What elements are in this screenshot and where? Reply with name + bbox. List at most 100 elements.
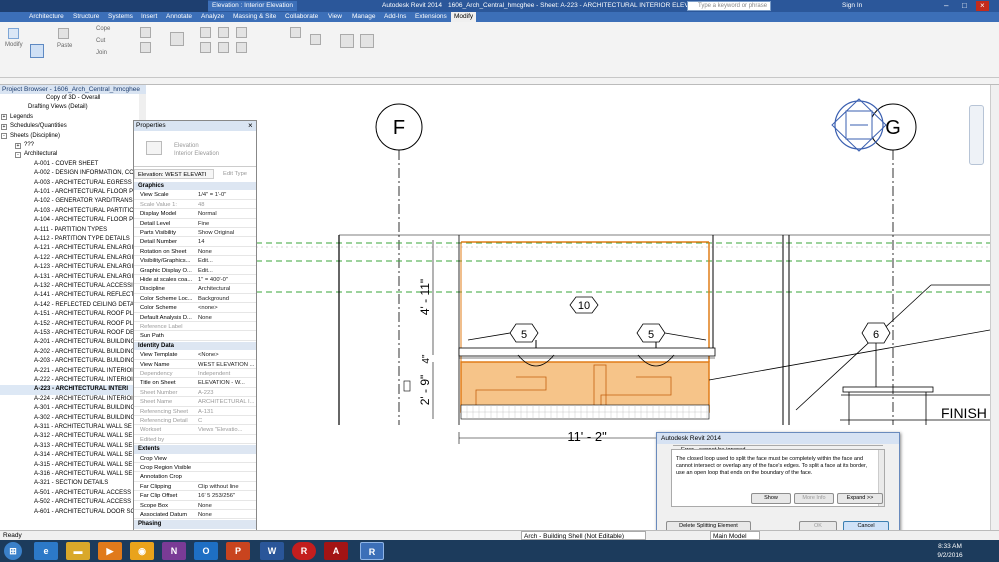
- property-row[interactable]: Scope Box None: [134, 502, 256, 510]
- join-button[interactable]: Join: [96, 50, 107, 56]
- browser-item[interactable]: Sheets (Discipline): [0, 132, 138, 141]
- property-section[interactable]: Identity Data: [134, 341, 256, 351]
- property-value[interactable]: 48: [198, 201, 254, 208]
- property-row[interactable]: Crop Region Visible: [134, 464, 256, 473]
- property-value[interactable]: None: [198, 511, 254, 518]
- property-row[interactable]: Annotation Crop: [134, 473, 256, 482]
- search-input[interactable]: Type a keyword or phrase: [687, 1, 771, 11]
- property-value[interactable]: A-131: [198, 408, 254, 415]
- tab-view[interactable]: View: [325, 12, 345, 22]
- delete-icon[interactable]: [310, 34, 321, 45]
- tab-structure[interactable]: Structure: [70, 12, 102, 22]
- browser-item[interactable]: A-151 - ARCHITECTURAL ROOF PL: [0, 310, 138, 319]
- paste-icon[interactable]: [58, 28, 69, 39]
- browser-item[interactable]: A-002 - DESIGN INFORMATION, CO: [0, 169, 138, 178]
- property-row[interactable]: Far Clipping Clip without line: [134, 483, 256, 492]
- property-row[interactable]: Detail Level Fine: [134, 220, 256, 228]
- property-value[interactable]: A-223: [198, 389, 254, 396]
- property-row[interactable]: Color Scheme Loc... Background: [134, 295, 256, 304]
- browser-item[interactable]: A-112 - PARTITION TYPE DETAILS: [0, 235, 138, 244]
- expand-icon[interactable]: +: [1, 114, 7, 121]
- property-value[interactable]: <none>: [198, 304, 254, 311]
- close-icon[interactable]: ×: [248, 121, 253, 131]
- property-value[interactable]: None: [198, 502, 254, 509]
- property-value[interactable]: Background: [198, 295, 254, 302]
- browser-item[interactable]: A-003 - ARCHITECTURAL EGRESS P: [0, 179, 138, 188]
- canvas-scrollbar[interactable]: [990, 85, 999, 530]
- show-button[interactable]: Show: [751, 493, 791, 504]
- property-value[interactable]: WEST ELEVATION ...: [198, 361, 254, 368]
- property-value[interactable]: Clip without line: [198, 483, 254, 490]
- tab-insert[interactable]: Insert: [138, 12, 160, 22]
- property-row[interactable]: Display Model Normal: [134, 210, 256, 219]
- browser-item[interactable]: A-142 - REFLECTED CEILING DETAI: [0, 301, 138, 310]
- browser-item[interactable]: Copy of 3D - Overall: [0, 94, 138, 103]
- type-selector[interactable]: Elevation Interior Elevation: [134, 131, 256, 167]
- split-face-icon[interactable]: [140, 42, 151, 53]
- minimize-button[interactable]: –: [940, 1, 952, 11]
- expand-button[interactable]: Expand >>: [837, 493, 883, 504]
- browser-item[interactable]: A-111 - PARTITION TYPES: [0, 226, 138, 235]
- sign-in-link[interactable]: Sign In: [838, 1, 866, 11]
- browser-item[interactable]: A-316 - ARCHITECTURAL WALL SE: [0, 470, 138, 479]
- property-row[interactable]: Far Clip Offset 16' 5 253/256": [134, 492, 256, 501]
- view-tool-icon[interactable]: [340, 34, 354, 48]
- property-row[interactable]: Title on Sheet ELEVATION - W...: [134, 379, 256, 388]
- property-value[interactable]: Views "Elevatio...: [198, 426, 254, 433]
- collapse-icon[interactable]: -: [15, 151, 21, 158]
- browser-item[interactable]: A-301 - ARCHITECTURAL BUILDING: [0, 404, 138, 413]
- property-row[interactable]: Associated Datum None: [134, 511, 256, 520]
- property-row[interactable]: View Scale 1/4" = 1'-0": [134, 191, 256, 200]
- property-row[interactable]: Graphic Display O... Edit...: [134, 267, 256, 275]
- browser-item[interactable]: A-313 - ARCHITECTURAL WALL SE: [0, 442, 138, 451]
- navigation-bar[interactable]: [969, 105, 984, 165]
- property-value[interactable]: C: [198, 417, 254, 424]
- property-row[interactable]: Sun Path: [134, 332, 256, 341]
- property-value[interactable]: Normal: [198, 210, 254, 217]
- tab-extensions[interactable]: Extensions: [412, 12, 450, 22]
- property-row[interactable]: Referencing Detail C: [134, 417, 256, 426]
- property-value[interactable]: Edit...: [198, 257, 254, 264]
- chrome-icon[interactable]: ◉: [130, 542, 154, 560]
- tab-elevation[interactable]: Elevation : Interior Elevation: [208, 1, 297, 11]
- property-section[interactable]: Graphics: [134, 182, 256, 191]
- cut-button[interactable]: Cut: [96, 38, 105, 44]
- geometry-tool-icon[interactable]: [140, 27, 151, 38]
- onenote-icon[interactable]: N: [162, 542, 186, 560]
- browser-item[interactable]: A-123 - ARCHITECTURAL ENLARGI: [0, 263, 138, 272]
- cope-button[interactable]: Cope: [96, 26, 110, 32]
- browser-item[interactable]: A-202 - ARCHITECTURAL BUILDING: [0, 348, 138, 357]
- tab-collaborate[interactable]: Collaborate: [282, 12, 321, 22]
- browser-item[interactable]: Legends: [0, 113, 138, 122]
- powerpoint-icon[interactable]: P: [226, 542, 250, 560]
- split-face-region[interactable]: [460, 361, 710, 413]
- word-icon[interactable]: W: [260, 542, 284, 560]
- property-value[interactable]: 1/4" = 1'-0": [198, 191, 254, 198]
- property-value[interactable]: None: [198, 314, 254, 321]
- browser-item[interactable]: A-315 - ARCHITECTURAL WALL SE: [0, 461, 138, 470]
- browser-item[interactable]: A-223 - ARCHITECTURAL INTERI: [0, 385, 138, 395]
- property-value[interactable]: 14: [198, 238, 254, 245]
- properties-toggle-icon[interactable]: [30, 44, 44, 58]
- property-value[interactable]: 1" = 400'-0": [198, 276, 254, 283]
- browser-item[interactable]: A-312 - ARCHITECTURAL WALL SE: [0, 432, 138, 441]
- browser-item[interactable]: A-502 - ARCHITECTURAL ACCESS I: [0, 498, 138, 507]
- expand-icon[interactable]: +: [1, 123, 7, 130]
- revit-r-icon[interactable]: R: [292, 542, 316, 560]
- more-info-button[interactable]: More Info: [794, 493, 834, 504]
- workset-selector[interactable]: Arch - Building Shell (Not Editable): [521, 531, 646, 540]
- property-row[interactable]: Parts Visibility Show Original: [134, 229, 256, 238]
- browser-item[interactable]: A-141 - ARCHITECTURAL REFLECTE: [0, 291, 138, 300]
- browser-item[interactable]: Schedules/Quantities: [0, 122, 138, 131]
- browser-item[interactable]: A-101 - ARCHITECTURAL FLOOR P: [0, 188, 138, 197]
- move-icon[interactable]: [170, 32, 184, 46]
- property-row[interactable]: Dependency Independent: [134, 370, 256, 379]
- property-row[interactable]: View Name WEST ELEVATION ...: [134, 361, 256, 369]
- tab-architecture[interactable]: Architecture: [26, 12, 67, 22]
- browser-item[interactable]: A-224 - ARCHITECTURAL INTERIOI: [0, 395, 138, 404]
- browser-item[interactable]: A-001 - COVER SHEET: [0, 160, 138, 169]
- property-value[interactable]: Fine: [198, 220, 254, 227]
- browser-item[interactable]: A-102 - GENERATOR YARD/TRANS: [0, 197, 138, 206]
- browser-item[interactable]: A-222 - ARCHITECTURAL INTERIOI: [0, 376, 138, 385]
- close-button[interactable]: ×: [976, 1, 989, 11]
